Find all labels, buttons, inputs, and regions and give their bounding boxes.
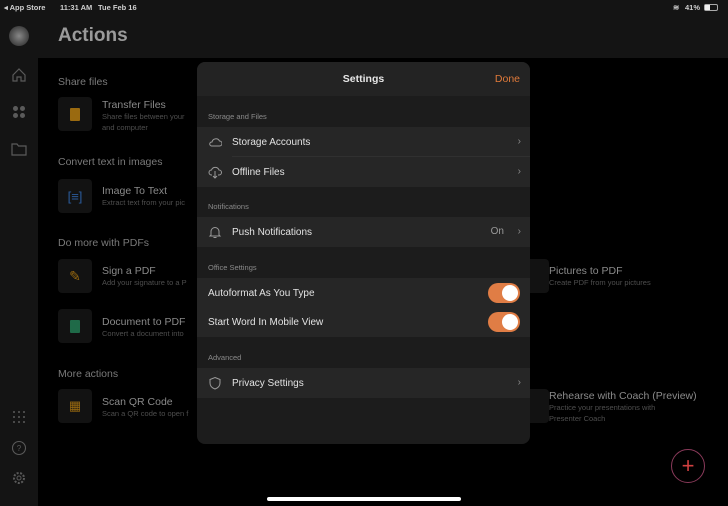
wifi-icon: ≋ xyxy=(673,3,680,12)
home-icon[interactable] xyxy=(11,67,27,83)
cloud-icon xyxy=(209,138,222,147)
section-label: Notifications xyxy=(208,202,249,211)
chevron-right-icon: › xyxy=(517,136,521,147)
section-title: Share files xyxy=(58,76,108,88)
section-label: Advanced xyxy=(208,353,242,362)
chevron-right-icon: › xyxy=(517,377,521,388)
qr-code-icon[interactable]: ▦ xyxy=(58,389,92,423)
autoformat-toggle[interactable] xyxy=(488,283,520,303)
add-button[interactable]: + xyxy=(671,449,705,483)
item-subtitle: and computer xyxy=(102,123,148,132)
item-subtitle: Scan a QR code to open f xyxy=(102,409,189,418)
section-title: Do more with PDFs xyxy=(58,237,150,249)
section-label: Storage and Files xyxy=(208,112,267,121)
item-subtitle: Extract text from your pic xyxy=(102,198,185,207)
settings-gear-icon[interactable] xyxy=(11,470,27,486)
document-to-pdf-title[interactable]: Document to PDF xyxy=(102,316,185,328)
svg-text:?: ? xyxy=(17,444,22,453)
avatar[interactable] xyxy=(9,26,29,46)
push-notifications-row[interactable]: Push Notifications On › xyxy=(197,217,530,247)
item-subtitle: Share files between your xyxy=(102,112,185,121)
chevron-right-icon: › xyxy=(517,226,521,237)
row-label: Autoformat As You Type xyxy=(208,287,315,299)
done-button[interactable]: Done xyxy=(495,73,520,85)
settings-dialog: Settings Done Storage and Files Storage … xyxy=(197,62,530,444)
more-apps-icon[interactable] xyxy=(11,409,27,425)
back-to-app-store[interactable]: ◂ App Store xyxy=(4,3,45,12)
mobile-view-toggle[interactable] xyxy=(488,312,520,332)
storage-accounts-row[interactable]: Storage Accounts › xyxy=(197,127,530,157)
bell-icon xyxy=(208,227,222,238)
item-subtitle: Practice your presentations with xyxy=(549,403,656,412)
item-subtitle: Convert a document into xyxy=(102,329,184,338)
pictures-to-pdf-title[interactable]: Pictures to PDF xyxy=(549,265,623,277)
sign-pdf-title[interactable]: Sign a PDF xyxy=(102,265,156,277)
item-subtitle: Presenter Coach xyxy=(549,414,606,423)
autoformat-row: Autoformat As You Type xyxy=(197,278,530,308)
section-title: Convert text in images xyxy=(58,156,163,168)
row-label: Storage Accounts xyxy=(232,136,311,148)
transfer-files-icon[interactable] xyxy=(58,97,92,131)
row-label: Start Word In Mobile View xyxy=(208,316,324,328)
dialog-title: Settings xyxy=(342,73,385,85)
item-subtitle: Add your signature to a P xyxy=(102,278,187,287)
apps-icon[interactable] xyxy=(11,104,27,120)
folder-icon[interactable] xyxy=(11,141,27,157)
image-to-text-title[interactable]: Image To Text xyxy=(102,185,167,197)
transfer-files-title[interactable]: Transfer Files xyxy=(102,99,166,111)
status-time: 11:31 AM xyxy=(60,3,93,12)
push-notifications-value: On xyxy=(490,226,504,237)
shield-icon xyxy=(209,376,221,390)
privacy-settings-row[interactable]: Privacy Settings › xyxy=(197,368,530,398)
battery-icon xyxy=(704,4,718,11)
cloud-download-icon xyxy=(208,166,222,179)
top-bar xyxy=(38,0,728,58)
rehearse-coach-title[interactable]: Rehearse with Coach (Preview) xyxy=(549,390,697,402)
status-date: Tue Feb 16 xyxy=(98,3,137,12)
home-indicator[interactable] xyxy=(267,497,461,501)
plus-icon: + xyxy=(681,453,695,478)
image-to-text-icon[interactable]: [≡] xyxy=(58,179,92,213)
document-to-pdf-icon[interactable] xyxy=(58,309,92,343)
row-label: Privacy Settings xyxy=(232,377,304,389)
scan-qr-title[interactable]: Scan QR Code xyxy=(102,396,173,408)
sign-pdf-icon[interactable]: ✎ xyxy=(58,259,92,293)
row-label: Offline Files xyxy=(232,166,285,178)
section-label: Office Settings xyxy=(208,263,257,272)
page-title: Actions xyxy=(58,25,128,46)
row-label: Push Notifications xyxy=(232,226,313,238)
offline-files-row[interactable]: Offline Files › xyxy=(197,157,530,187)
battery-percent: 41% xyxy=(685,3,701,12)
mobile-view-row: Start Word In Mobile View xyxy=(197,307,530,337)
section-title: More actions xyxy=(58,368,119,380)
item-subtitle: Create PDF from your pictures xyxy=(549,278,651,287)
help-icon[interactable]: ? xyxy=(11,440,27,456)
chevron-right-icon: › xyxy=(517,166,521,177)
